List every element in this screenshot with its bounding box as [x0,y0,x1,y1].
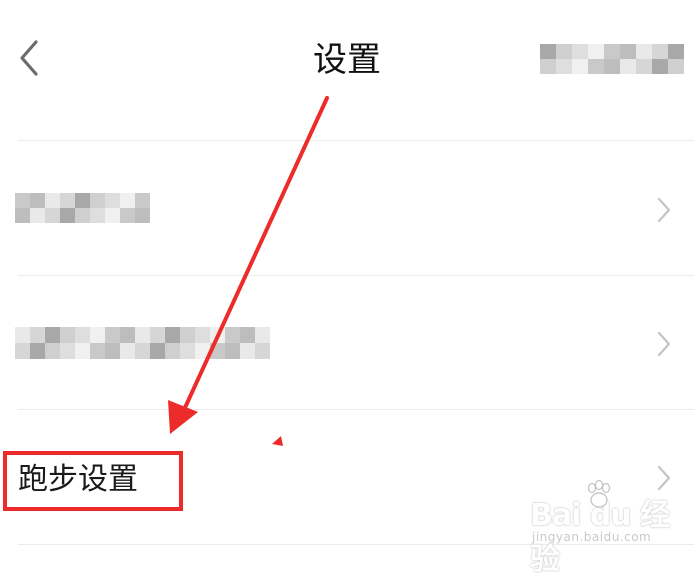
mosaic-cell [15,208,30,223]
mosaic-cell [604,59,620,74]
mosaic-cell [45,343,60,359]
mosaic-cell [135,193,150,208]
mosaic-cell [540,44,556,59]
mosaic-cell [105,327,120,343]
mosaic-cell [135,208,150,223]
mosaic-cell [652,44,668,59]
chevron-right-icon [657,331,671,357]
mosaic-cell [150,343,165,359]
mosaic-cell [60,208,75,223]
chevron-right-icon [657,465,671,491]
header-bar: 设置 [0,0,694,120]
mosaic-cell [30,343,45,359]
mosaic-cell [195,343,210,359]
mosaic-cell [210,343,225,359]
mosaic-cell [15,343,30,359]
mosaic-cell [135,343,150,359]
mosaic-cell [60,193,75,208]
mosaic-cell [120,343,135,359]
mosaic-cell [75,327,90,343]
mosaic-cell [150,327,165,343]
mosaic-cell [180,343,195,359]
mosaic-cell [45,327,60,343]
mosaic-cell [30,208,45,223]
mosaic-cell [165,343,180,359]
mosaic-cell [668,44,684,59]
mosaic-cell [135,327,150,343]
mosaic-cell [60,343,75,359]
mosaic-cell [45,208,60,223]
obscured-row-1-label [15,193,150,223]
watermark-url: jingyan.baidu.com [532,530,652,544]
mosaic-cell [572,59,588,74]
mosaic-cell [210,327,225,343]
mosaic-cell [588,59,604,74]
mosaic-cell [75,193,90,208]
mosaic-cell [105,343,120,359]
mosaic-cell [556,44,572,59]
watermark: Bai du 经验 jingyan.baidu.com [530,480,690,577]
mosaic-cell [90,193,105,208]
obscured-row-2-label [15,327,270,359]
mosaic-cell [540,59,556,74]
mosaic-cell [165,327,180,343]
mosaic-cell [604,44,620,59]
mosaic-cell [75,343,90,359]
paw-icon [587,480,611,508]
mosaic-cell [105,193,120,208]
mosaic-cell [255,343,270,359]
chevron-right-icon [657,197,671,223]
mosaic-cell [668,59,684,74]
mosaic-cell [90,208,105,223]
divider [18,275,694,276]
mosaic-cell [572,44,588,59]
mosaic-cell [120,193,135,208]
mosaic-cell [620,44,636,59]
mosaic-cell [225,327,240,343]
mosaic-cell [240,343,255,359]
mosaic-cell [195,327,210,343]
mosaic-cell [120,208,135,223]
mosaic-cell [90,327,105,343]
mosaic-cell [30,327,45,343]
mosaic-cell [588,44,604,59]
mosaic-cell [105,208,120,223]
mosaic-cell [556,59,572,74]
mosaic-cell [90,343,105,359]
mosaic-cell [652,59,668,74]
mosaic-cell [75,208,90,223]
mosaic-cell [180,327,195,343]
divider [18,140,694,141]
obscured-header-action[interactable] [540,44,684,74]
divider [18,409,694,410]
mosaic-cell [240,327,255,343]
mosaic-cell [45,193,60,208]
mosaic-cell [15,327,30,343]
mosaic-cell [15,193,30,208]
mosaic-cell [225,343,240,359]
mosaic-cell [636,59,652,74]
highlight-box [3,451,183,511]
mosaic-cell [620,59,636,74]
mosaic-cell [30,193,45,208]
mosaic-cell [120,327,135,343]
mosaic-cell [636,44,652,59]
mosaic-cell [60,327,75,343]
mosaic-cell [255,327,270,343]
